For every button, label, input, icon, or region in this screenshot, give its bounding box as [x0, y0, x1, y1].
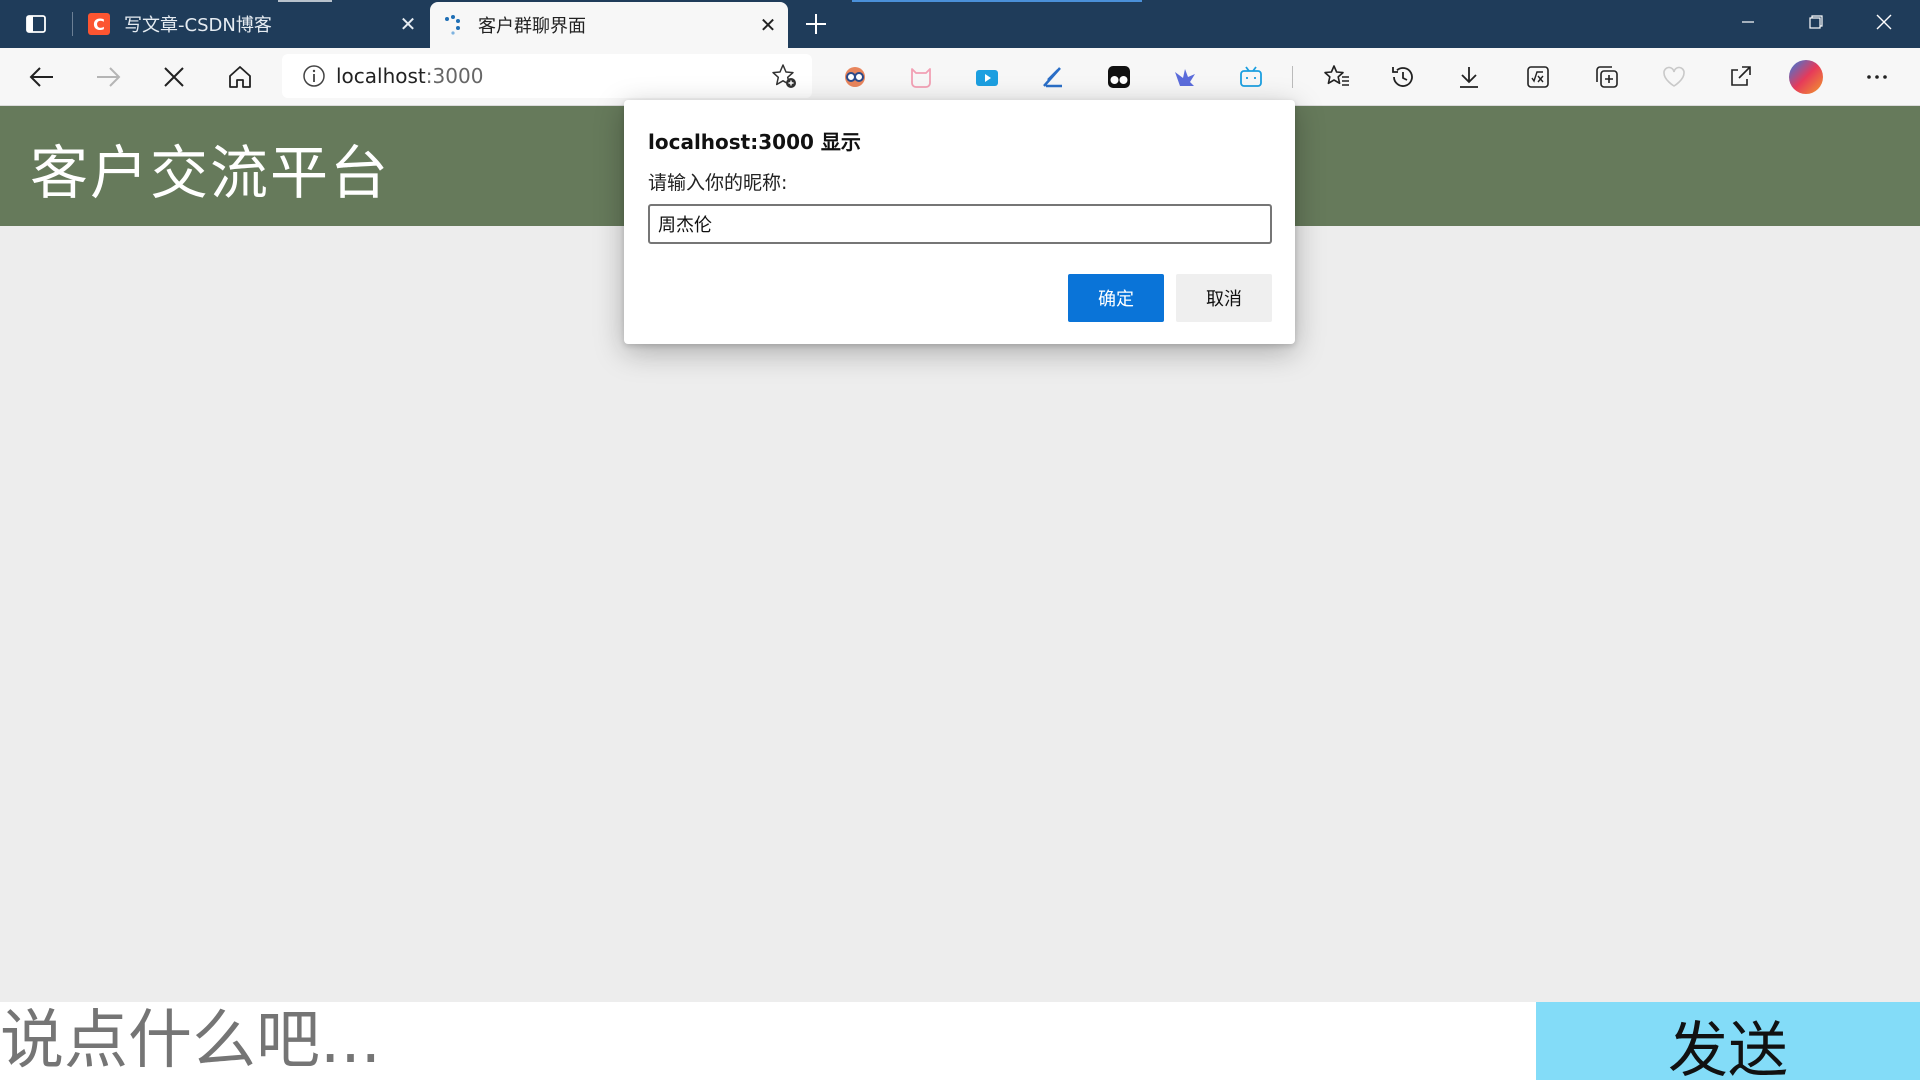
plus-icon — [806, 14, 826, 34]
minimize-button[interactable] — [1714, 0, 1782, 44]
cancel-button[interactable]: 取消 — [1176, 274, 1272, 322]
home-icon — [229, 66, 251, 88]
close-icon — [164, 67, 184, 87]
share-icon — [1731, 66, 1751, 86]
url-text: localhost:3000 — [336, 64, 483, 88]
extension-tampermonkey-icon[interactable] — [1099, 57, 1139, 97]
ok-button[interactable]: 确定 — [1068, 274, 1164, 322]
forward-button[interactable] — [88, 57, 128, 97]
collections-button[interactable] — [1587, 57, 1627, 97]
profile-avatar[interactable] — [1786, 57, 1826, 97]
close-icon — [1876, 14, 1892, 30]
prompt-dialog: localhost:3000 显示 请输入你的昵称: 确定 取消 — [624, 100, 1295, 344]
address-bar[interactable]: localhost:3000 — [282, 54, 812, 98]
extension-owl-icon[interactable] — [835, 57, 875, 97]
history-icon — [1392, 67, 1413, 87]
extension-pen-icon[interactable] — [1033, 57, 1073, 97]
dialog-title: localhost:3000 显示 — [648, 130, 861, 154]
history-button[interactable] — [1383, 57, 1423, 97]
home-button[interactable] — [220, 57, 260, 97]
stop-loading-button[interactable] — [154, 57, 194, 97]
close-window-button[interactable] — [1850, 0, 1918, 44]
tab-close-icon[interactable]: ✕ — [748, 5, 788, 45]
downloads-button[interactable] — [1449, 57, 1489, 97]
more-dots-icon — [1867, 75, 1887, 79]
restore-button[interactable] — [1782, 0, 1850, 44]
tab-chat[interactable]: 客户群聊界面 ✕ — [430, 2, 788, 48]
tab-title: 写文章-CSDN博客 — [124, 15, 272, 36]
url-host: localhost — [336, 64, 426, 88]
extension-swift-icon[interactable] — [1165, 57, 1205, 97]
loading-spinner-icon — [442, 14, 464, 36]
settings-more-button[interactable] — [1857, 57, 1897, 97]
url-port: :3000 — [425, 64, 484, 88]
page-title: 客户交流平台 — [30, 139, 391, 207]
tab-separator — [72, 12, 73, 36]
toolbar-separator — [1292, 66, 1293, 88]
tab-csdn[interactable]: C 写文章-CSDN博客 ✕ — [76, 0, 428, 48]
extension-video-icon[interactable] — [967, 57, 1007, 97]
site-info-icon[interactable] — [302, 64, 326, 88]
message-input[interactable] — [0, 1002, 1536, 1080]
download-icon — [1460, 67, 1478, 88]
send-button[interactable]: 发送 — [1536, 1002, 1920, 1080]
tab-strip: C 写文章-CSDN博客 ✕ 客户群聊界面 ✕ — [0, 0, 1920, 48]
back-button[interactable] — [22, 57, 62, 97]
new-tab-button[interactable] — [796, 4, 836, 44]
math-solver-icon — [1527, 66, 1549, 88]
share-button[interactable] — [1720, 57, 1760, 97]
add-favorite-icon[interactable] — [770, 62, 798, 90]
performance-button[interactable] — [1654, 57, 1694, 97]
favorites-button[interactable] — [1317, 57, 1357, 97]
message-composer: 发送 — [0, 1002, 1920, 1080]
favorites-icon — [1324, 65, 1349, 86]
minimize-icon — [1742, 21, 1754, 23]
tab-actions-icon — [26, 15, 46, 33]
extension-cat-icon[interactable] — [901, 57, 941, 97]
browser-toolbar: localhost:3000 — [0, 48, 1920, 106]
dialog-message: 请输入你的昵称: — [648, 172, 788, 194]
nickname-input[interactable] — [648, 204, 1272, 244]
svg-text:C: C — [93, 15, 105, 34]
tab-close-icon[interactable]: ✕ — [388, 4, 428, 44]
extension-bilibili-icon[interactable] — [1231, 57, 1271, 97]
back-arrow-icon — [29, 67, 53, 87]
forward-arrow-icon — [97, 67, 121, 87]
restore-icon — [1809, 15, 1823, 29]
tab-title: 客户群聊界面 — [478, 16, 586, 37]
csdn-icon: C — [88, 13, 110, 35]
tab-loading-bar — [852, 0, 1142, 2]
math-solver-button[interactable] — [1518, 57, 1558, 97]
tab-actions-button[interactable] — [0, 0, 72, 48]
collections-icon — [1596, 66, 1618, 88]
avatar-icon — [1789, 60, 1823, 94]
heart-pulse-icon — [1663, 66, 1685, 87]
